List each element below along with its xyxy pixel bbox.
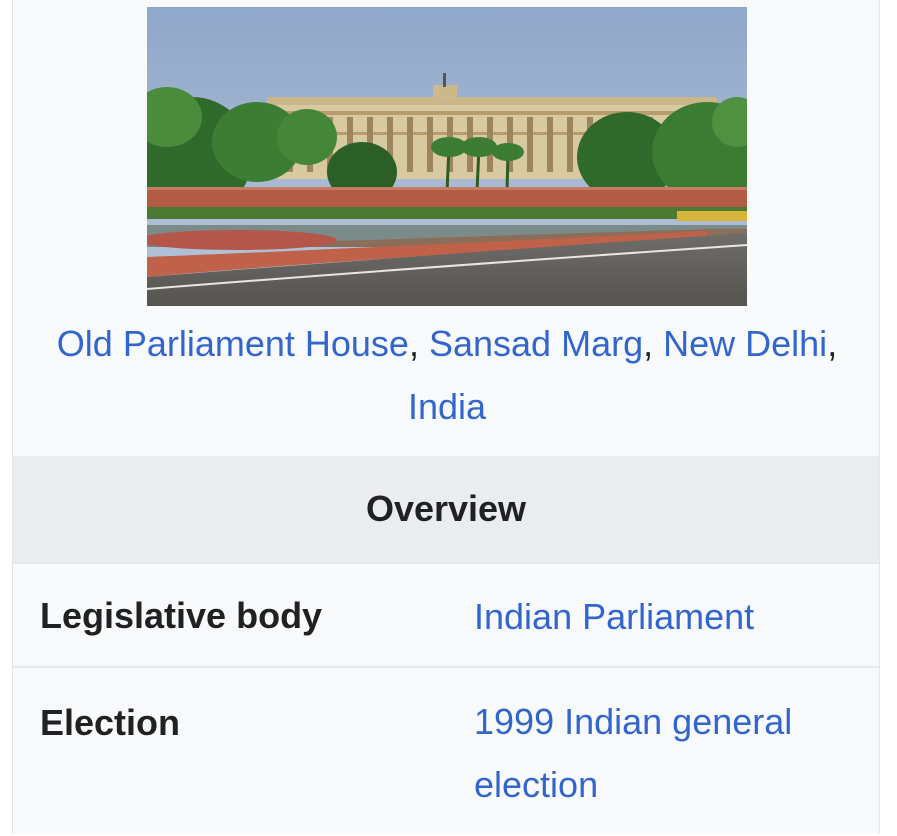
row-label-election: Election [40,702,181,743]
caption-link-old-parliament-house[interactable]: Old Parliament House [57,323,409,364]
caption-separator: , [827,323,838,364]
caption-link-india[interactable]: India [408,386,486,427]
caption-separator: , [408,323,429,364]
caption-link-new-delhi[interactable]: New Delhi [663,323,827,364]
parliament-building-photo[interactable] [147,7,747,306]
row-value-link-indian-parliament[interactable]: Indian Parliament [474,585,854,648]
infobox: Old Parliament House, Sansad Marg, New D… [12,0,880,834]
caption-separator: , [643,323,664,364]
image-caption: Old Parliament House, Sansad Marg, New D… [33,312,861,438]
row-label-legislative-body: Legislative body [40,595,323,636]
caption-link-sansad-marg[interactable]: Sansad Marg [429,323,643,364]
table-row: Legislative body Indian Parliament [13,562,879,668]
section-header-overview: Overview [13,456,879,562]
row-value-link-1999-election[interactable]: 1999 Indian general election [474,690,854,816]
table-row: Election 1999 Indian general election [13,666,879,836]
